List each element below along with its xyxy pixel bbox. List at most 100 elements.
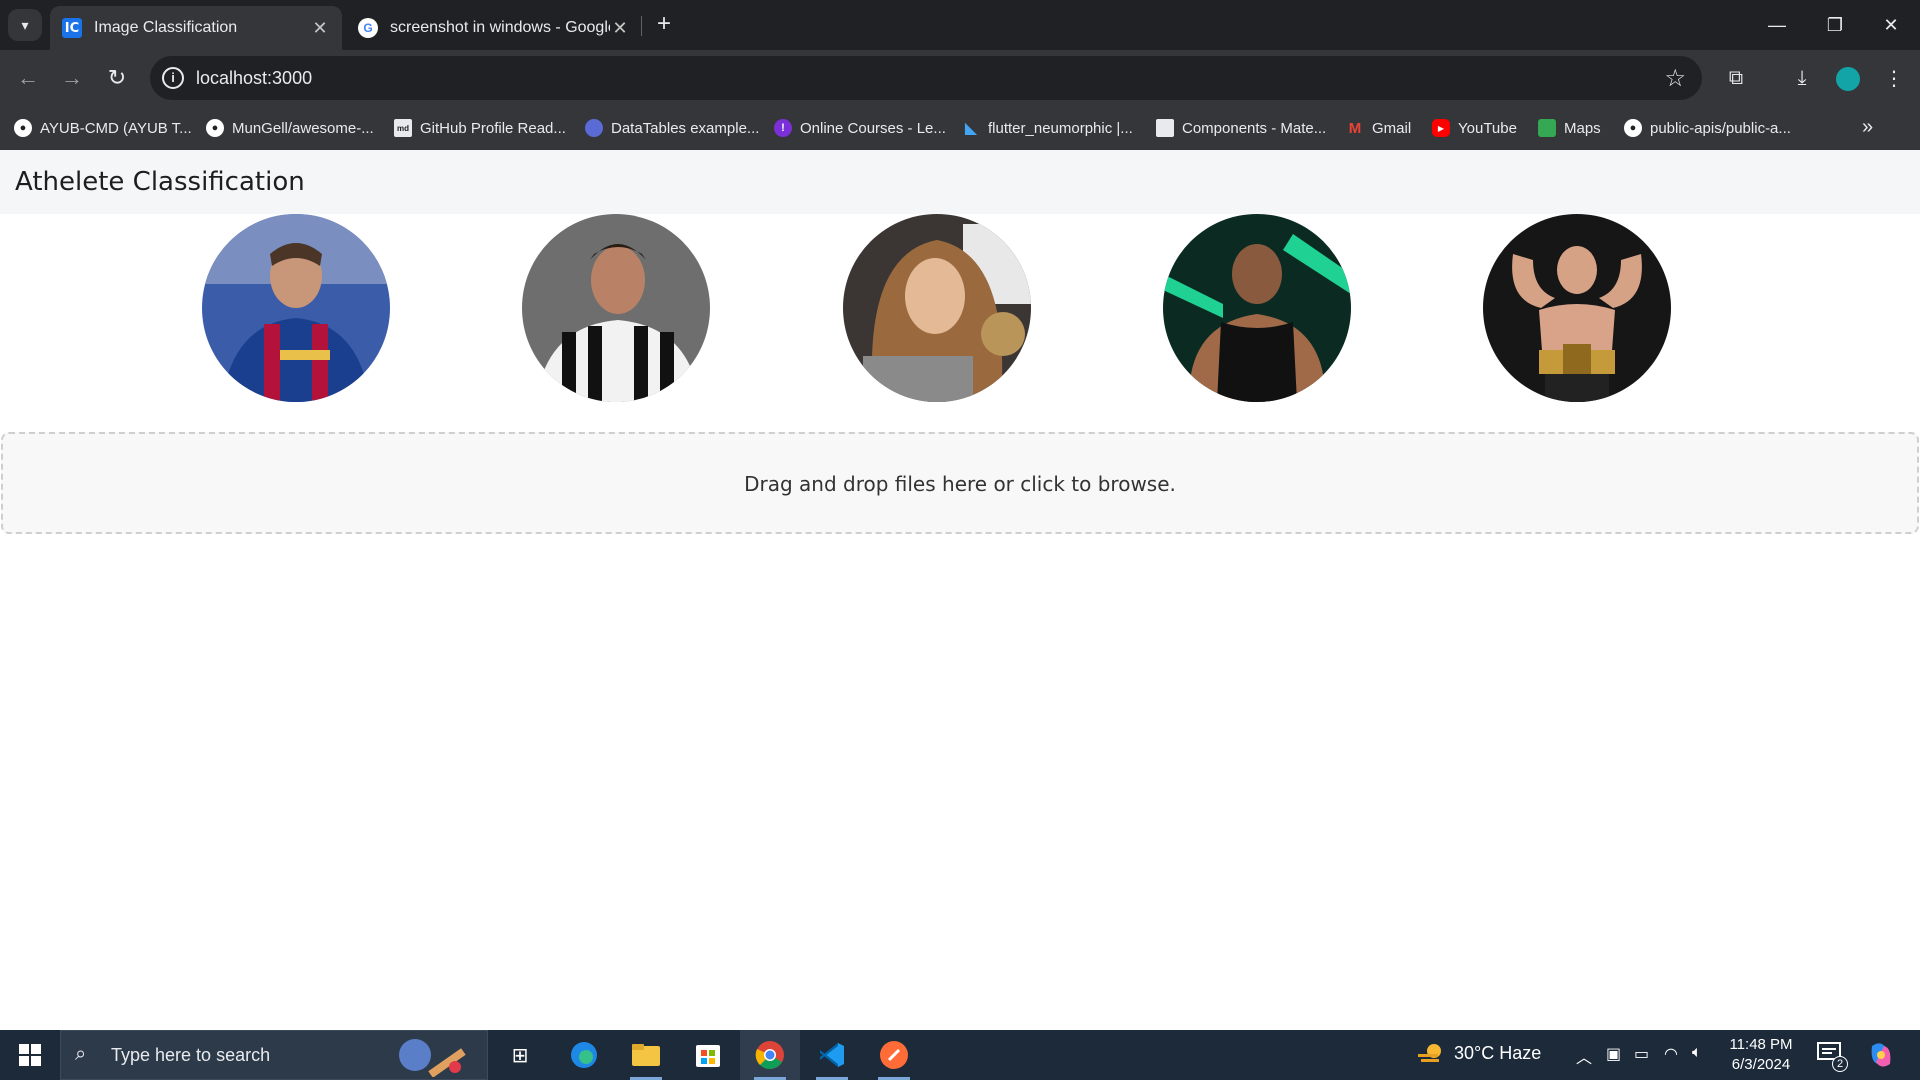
- gmail-icon: M: [1348, 119, 1362, 137]
- bookmark-label: MunGell/awesome-...: [232, 119, 374, 137]
- file-dropzone[interactable]: Drag and drop files here or click to bro…: [1, 432, 1919, 534]
- close-tab-icon[interactable]: ✕: [610, 18, 630, 39]
- bookmark-label: Components - Mate...: [1182, 119, 1327, 137]
- extensions-icon[interactable]: ⧉: [1720, 62, 1752, 94]
- bookmark-item[interactable]: ! Online Courses - Le...: [774, 116, 946, 140]
- tab-divider: [641, 16, 642, 36]
- athlete-gallery: [0, 214, 1920, 402]
- notification-center-button[interactable]: 2: [1816, 1040, 1848, 1072]
- github-icon: ●: [1624, 119, 1642, 137]
- bookmark-label: YouTube: [1458, 119, 1517, 137]
- close-window-button[interactable]: ✕: [1862, 0, 1920, 50]
- postman-icon: [880, 1041, 908, 1069]
- chevron-down-icon: ▾: [21, 16, 29, 33]
- show-hidden-icons-icon[interactable]: ︿: [1576, 1044, 1592, 1068]
- bookmark-star-icon[interactable]: ☆: [1664, 64, 1686, 93]
- bookmark-label: GitHub Profile Read...: [420, 119, 566, 137]
- bookmark-item[interactable]: Components - Mate...: [1156, 116, 1326, 140]
- cricket-highlight-icon: [399, 1039, 466, 1077]
- clock-time: 11:48 PM: [1729, 1036, 1793, 1053]
- bookmark-item[interactable]: M Gmail: [1346, 116, 1411, 140]
- edge-taskbar-button[interactable]: [554, 1030, 614, 1080]
- bookmark-label: AYUB-CMD (AYUB T...: [40, 119, 192, 137]
- vscode-icon: [820, 1043, 844, 1067]
- bookmark-label: Maps: [1564, 119, 1601, 137]
- bookmark-item[interactable]: DataTables example...: [585, 116, 759, 140]
- task-view-icon: ⊞: [511, 1044, 529, 1067]
- taskbar-search-box[interactable]: ⌕ Type here to search: [60, 1030, 488, 1080]
- tab-search-button[interactable]: ▾: [8, 9, 42, 41]
- postman-taskbar-button[interactable]: [864, 1030, 924, 1080]
- search-icon: ⌕: [75, 1043, 87, 1065]
- page-header: Athelete Classification: [0, 150, 1920, 214]
- file-explorer-taskbar-button[interactable]: [616, 1030, 676, 1080]
- datatables-icon: [585, 119, 603, 137]
- bookmark-item[interactable]: ▶ YouTube: [1432, 116, 1517, 140]
- youtube-icon: ▶: [1432, 119, 1450, 137]
- system-clock[interactable]: 11:48 PM 6/3/2024: [1716, 1035, 1806, 1075]
- arrow-left-icon: ←: [17, 65, 39, 90]
- bookmark-item[interactable]: Maps: [1538, 116, 1601, 140]
- athlete-image: [202, 214, 390, 402]
- reload-button[interactable]: ↻: [101, 62, 133, 94]
- tab-favicon-icon: IC: [62, 18, 82, 38]
- back-button[interactable]: ←: [12, 62, 44, 94]
- folder-icon: [632, 1044, 660, 1066]
- github-icon: ●: [206, 119, 224, 137]
- more-bookmarks-icon[interactable]: »: [1862, 116, 1873, 139]
- menu-icon[interactable]: ⋮: [1878, 62, 1910, 94]
- bookmark-item[interactable]: ● public-apis/public-a...: [1624, 116, 1791, 140]
- close-tab-icon[interactable]: ✕: [310, 18, 330, 39]
- courses-icon: !: [774, 119, 792, 137]
- task-view-button[interactable]: ⊞: [490, 1030, 550, 1080]
- bookmark-item[interactable]: ◣ flutter_neumorphic |...: [962, 116, 1133, 140]
- forward-button[interactable]: →: [56, 62, 88, 94]
- arrow-right-icon: →: [61, 65, 83, 90]
- readme-icon: md: [394, 119, 412, 137]
- store-icon: [696, 1045, 720, 1067]
- bookmarks-bar: ● AYUB-CMD (AYUB T... ● MunGell/awesome-…: [0, 106, 1920, 150]
- browser-tab-bar: ▾ IC Image Classification ✕ G screenshot…: [0, 0, 1920, 50]
- bookmark-item[interactable]: md GitHub Profile Read...: [394, 116, 566, 140]
- tab-google-search[interactable]: G screenshot in windows - Google Search …: [346, 6, 642, 50]
- copilot-button[interactable]: [1866, 1040, 1896, 1070]
- downloads-icon[interactable]: ⤓: [1786, 62, 1818, 94]
- github-icon: ●: [14, 119, 32, 137]
- meet-now-icon[interactable]: ▣: [1606, 1044, 1621, 1064]
- windows-taskbar: ⌕ Type here to search ⊞ 30°C Haze ︿ ▣ ▭ …: [0, 1030, 1920, 1080]
- chrome-icon: [755, 1041, 784, 1070]
- bookmark-item[interactable]: ● AYUB-CMD (AYUB T...: [14, 116, 192, 140]
- notification-count: 2: [1832, 1056, 1848, 1072]
- profile-avatar[interactable]: [1836, 67, 1860, 91]
- reload-icon: ↻: [107, 65, 127, 90]
- vscode-taskbar-button[interactable]: [802, 1030, 862, 1080]
- athlete-image: [843, 214, 1031, 402]
- wifi-icon[interactable]: ◠: [1664, 1044, 1678, 1064]
- bookmark-label: public-apis/public-a...: [1650, 119, 1791, 137]
- battery-icon[interactable]: ▭: [1634, 1044, 1649, 1064]
- bookmark-label: Gmail: [1372, 119, 1412, 137]
- start-button[interactable]: [0, 1030, 60, 1080]
- bookmark-label: Online Courses - Le...: [800, 119, 946, 137]
- chrome-taskbar-button[interactable]: [740, 1030, 800, 1080]
- minimize-button[interactable]: —: [1748, 0, 1806, 50]
- volume-icon[interactable]: 🔈︎: [1692, 1044, 1702, 1062]
- site-info-icon[interactable]: i: [162, 67, 184, 89]
- store-taskbar-button[interactable]: [678, 1030, 738, 1080]
- copilot-icon: [1871, 1043, 1891, 1067]
- clock-date: 6/3/2024: [1731, 1056, 1791, 1073]
- haze-weather-icon: [1418, 1044, 1441, 1062]
- restore-button[interactable]: ❐: [1806, 0, 1864, 50]
- bookmark-item[interactable]: ● MunGell/awesome-...: [206, 116, 374, 140]
- athlete-image: [522, 214, 710, 402]
- weather-widget[interactable]: 30°C Haze: [1418, 1042, 1541, 1064]
- google-icon: G: [358, 18, 378, 38]
- tab-image-classification[interactable]: IC Image Classification ✕: [50, 6, 342, 50]
- address-bar[interactable]: i localhost:3000 ☆: [150, 56, 1702, 100]
- windows-logo-icon: [19, 1044, 41, 1066]
- address-url[interactable]: localhost:3000: [196, 68, 312, 89]
- new-tab-button[interactable]: +: [650, 10, 678, 38]
- flutter-icon: ◣: [964, 120, 978, 137]
- bookmark-label: flutter_neumorphic |...: [988, 119, 1133, 137]
- weather-text: 30°C Haze: [1454, 1042, 1542, 1063]
